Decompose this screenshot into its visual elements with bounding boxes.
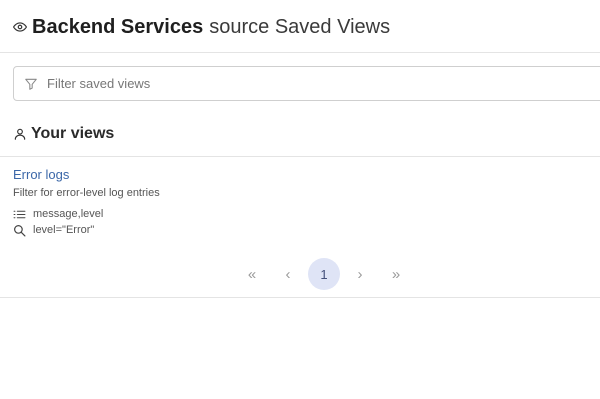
page-title-suffix: source Saved Views bbox=[209, 15, 391, 38]
filter-box[interactable] bbox=[13, 66, 600, 101]
filter-icon bbox=[24, 77, 38, 91]
section-title: Your views bbox=[31, 125, 115, 142]
previous-page-button[interactable]: ‹ bbox=[272, 258, 304, 290]
saved-view-item: Error logs Filter for error-level log en… bbox=[13, 166, 413, 238]
user-icon bbox=[13, 127, 27, 141]
list-bottom-divider bbox=[0, 297, 600, 298]
saved-view-query: level="Error" bbox=[13, 222, 413, 238]
list-icon bbox=[13, 208, 26, 221]
header-divider bbox=[0, 52, 600, 53]
your-views-heading: Your views bbox=[13, 123, 114, 145]
section-divider bbox=[0, 156, 600, 157]
saved-view-columns-text: message,level bbox=[33, 208, 104, 220]
saved-view-link[interactable]: Error logs bbox=[13, 166, 413, 184]
next-page-button[interactable]: › bbox=[344, 258, 376, 290]
search-icon bbox=[13, 224, 26, 237]
page-header: Backend Services source Saved Views bbox=[13, 13, 390, 41]
eye-icon bbox=[13, 20, 27, 34]
saved-view-query-text: level="Error" bbox=[33, 224, 95, 236]
page-title-source: Backend Services bbox=[32, 15, 204, 38]
page-1-button[interactable]: 1 bbox=[308, 258, 340, 290]
first-page-button[interactable]: « bbox=[236, 258, 268, 290]
saved-view-columns: message,level bbox=[13, 206, 413, 222]
saved-view-description: Filter for error-level log entries bbox=[13, 187, 160, 199]
filter-saved-views-input[interactable] bbox=[47, 76, 567, 91]
last-page-button[interactable]: » bbox=[380, 258, 412, 290]
pagination: « ‹ 1 › » bbox=[236, 258, 416, 290]
